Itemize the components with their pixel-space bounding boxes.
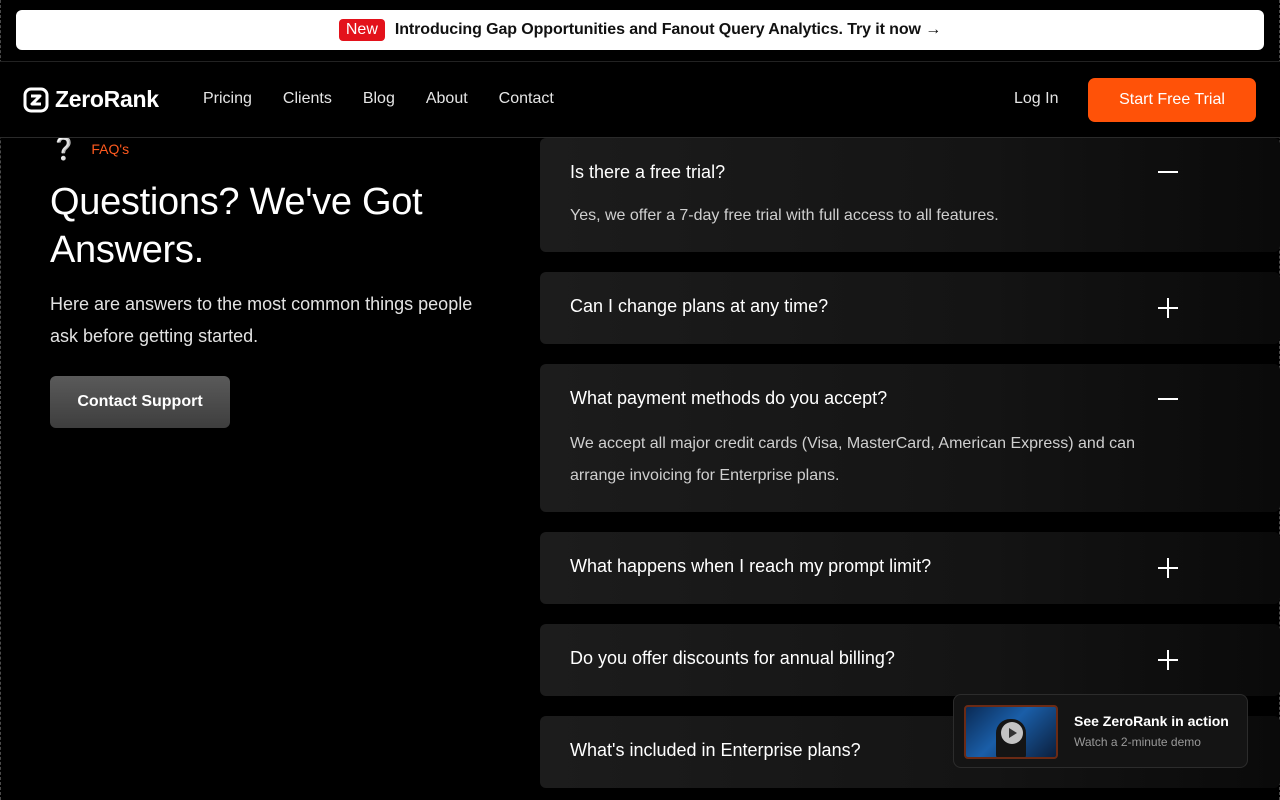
faq-item-annual-billing[interactable]: Do you offer discounts for annual billin…: [540, 624, 1280, 696]
brand-name: ZeroRank: [55, 86, 159, 112]
faq-question[interactable]: Can I change plans at any time?: [570, 296, 828, 317]
faq-question[interactable]: Is there a free trial?: [570, 162, 725, 183]
faq-answer: We accept all major credit cards (Visa, …: [570, 435, 1135, 484]
section-heading: Questions? We've Got Answers.: [50, 181, 423, 271]
section-subtext: Here are answers to the most common thin…: [50, 294, 473, 346]
nav-link-about[interactable]: About: [426, 90, 468, 108]
faq-item-free-trial[interactable]: Is there a free trial? Yes, we offer a 7…: [540, 138, 1280, 252]
announcement-text[interactable]: Introducing Gap Opportunities and Fanout…: [395, 21, 941, 39]
contact-support-button[interactable]: Contact Support: [50, 376, 230, 428]
nav-links: Pricing Clients Blog About Contact: [203, 90, 554, 108]
faq-question[interactable]: Do you offer discounts for annual billin…: [570, 648, 895, 669]
nav-link-blog[interactable]: Blog: [363, 90, 395, 108]
minus-icon[interactable]: [1158, 389, 1178, 409]
nav-link-pricing[interactable]: Pricing: [203, 90, 252, 108]
faq-question[interactable]: What's included in Enterprise plans?: [570, 740, 861, 761]
video-subtitle: Watch a 2-minute demo: [1074, 735, 1201, 749]
faq-item-prompt-limit[interactable]: What happens when I reach my prompt limi…: [540, 532, 1280, 604]
plus-icon[interactable]: [1158, 650, 1178, 670]
brand-logo[interactable]: ZeroRank: [23, 86, 159, 113]
plus-icon[interactable]: [1158, 298, 1178, 318]
faq-tag-label: FAQ's: [91, 141, 130, 157]
nav-link-clients[interactable]: Clients: [283, 90, 332, 108]
login-link[interactable]: Log In: [1014, 90, 1058, 108]
question-mark-icon: ❔: [50, 136, 78, 161]
minus-icon[interactable]: [1158, 162, 1178, 182]
faq-question[interactable]: What payment methods do you accept?: [570, 388, 887, 409]
faq-item-change-plans[interactable]: Can I change plans at any time?: [540, 272, 1280, 344]
new-badge: New: [338, 19, 385, 41]
play-icon[interactable]: [1001, 722, 1023, 744]
demo-video-card[interactable]: See ZeroRank in action Watch a 2-minute …: [953, 694, 1248, 768]
top-navigation: ZeroRank Pricing Clients Blog About Cont…: [0, 61, 1280, 138]
faq-question[interactable]: What happens when I reach my prompt limi…: [570, 556, 931, 577]
nav-link-contact[interactable]: Contact: [499, 90, 554, 108]
faq-tag: ❔ FAQ's: [50, 138, 129, 160]
video-thumbnail[interactable]: [964, 705, 1058, 759]
start-free-trial-button[interactable]: Start Free Trial: [1088, 78, 1256, 122]
plus-icon[interactable]: [1158, 558, 1178, 578]
faq-item-payment-methods[interactable]: What payment methods do you accept? We a…: [540, 364, 1280, 512]
zerorank-logo-icon: [23, 87, 49, 112]
faq-answer: Yes, we offer a 7-day free trial with fu…: [570, 207, 999, 224]
announcement-bar[interactable]: New Introducing Gap Opportunities and Fa…: [16, 10, 1264, 50]
video-title: See ZeroRank in action: [1074, 713, 1229, 729]
